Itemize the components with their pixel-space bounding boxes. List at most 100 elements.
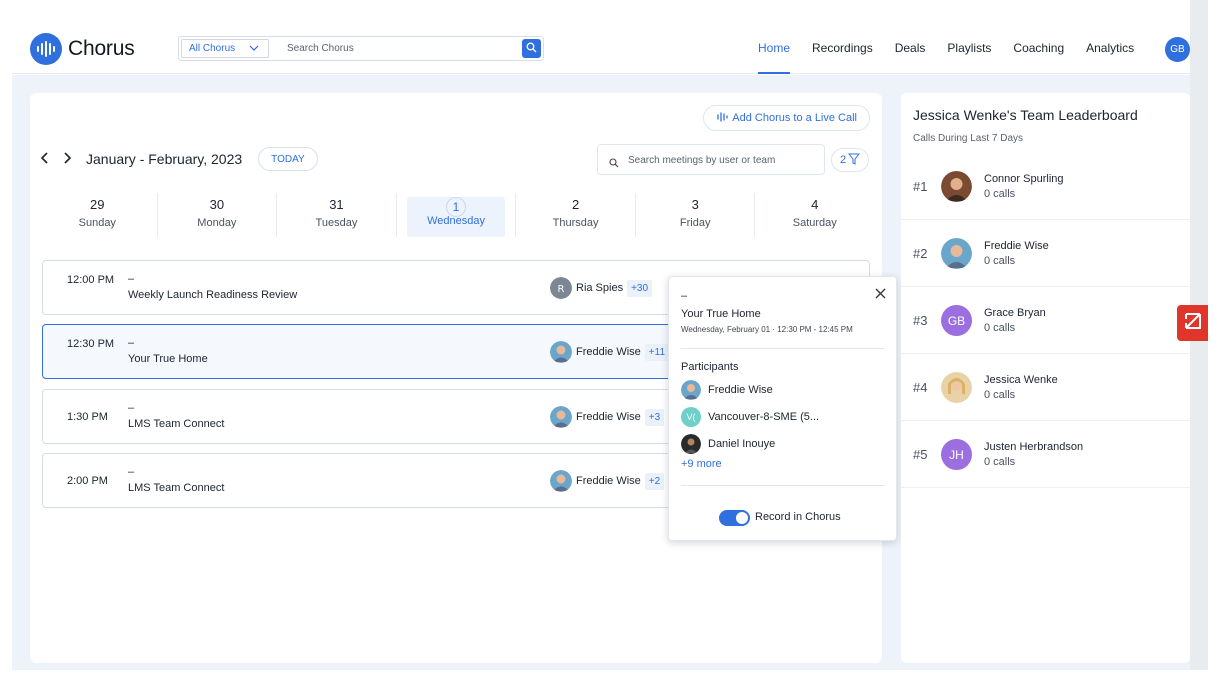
add-to-live-call-label: Add Chorus to a Live Call xyxy=(732,112,857,124)
meeting-search-input[interactable]: Search meetings by user or team xyxy=(597,144,825,175)
avatar: V( xyxy=(681,407,701,427)
search-scope-select[interactable]: All Chorus xyxy=(181,39,269,58)
chorus-logo[interactable]: Chorus xyxy=(30,33,135,65)
global-search: All Chorus Search Chorus xyxy=(178,36,544,61)
meeting-time: 12:00 PM xyxy=(67,274,115,286)
chevron-down-icon xyxy=(249,43,259,56)
day-friday[interactable]: 3 Friday xyxy=(636,193,756,237)
participant-count-badge[interactable]: +2 xyxy=(644,472,665,490)
leaderboard-name: Freddie Wise xyxy=(984,240,1049,252)
meeting-time: 2:00 PM xyxy=(67,475,108,487)
zoominfo-side-badge[interactable] xyxy=(1177,305,1208,341)
search-input[interactable]: Search Chorus xyxy=(287,43,354,54)
meeting-owner-name: Freddie Wise xyxy=(576,411,641,423)
leaderboard-row[interactable]: #3 GB Grace Bryan 0 calls xyxy=(901,287,1190,354)
waveform-logo-icon xyxy=(30,33,62,65)
leaderboard-calls: 0 calls xyxy=(984,389,1016,401)
leaderboard-row[interactable]: #4 Jessica Wenke 0 calls xyxy=(901,354,1190,421)
avatar xyxy=(941,171,972,202)
nav-coaching[interactable]: Coaching xyxy=(1013,22,1064,74)
day-monday[interactable]: 30 Monday xyxy=(158,193,278,237)
day-number: 31 xyxy=(329,197,344,212)
filter-icon xyxy=(848,153,861,168)
day-tuesday[interactable]: 31 Tuesday xyxy=(277,193,397,237)
participant-name: Vancouver-8-SME (5... xyxy=(708,411,820,423)
nav-home[interactable]: Home xyxy=(758,22,791,74)
rank: #1 xyxy=(913,179,928,194)
day-number: 1 xyxy=(446,197,467,217)
week-days: 29 Sunday 30 Monday 31 Tuesday 1 Wednesd… xyxy=(38,193,874,237)
nav-playlists[interactable]: Playlists xyxy=(947,22,991,74)
divider xyxy=(681,485,884,486)
leaderboard-calls: 0 calls xyxy=(984,322,1016,334)
participant-item: Freddie Wise xyxy=(681,380,773,400)
meeting-dash: – xyxy=(128,466,135,478)
participant-count-badge[interactable]: +11 xyxy=(644,343,670,361)
avatar xyxy=(550,341,572,363)
day-name: Wednesday xyxy=(427,215,485,227)
svg-text:R: R xyxy=(558,284,565,295)
participant-count-badge[interactable]: +30 xyxy=(627,279,653,297)
day-number: 30 xyxy=(209,197,225,212)
filter-button[interactable]: 2 xyxy=(831,148,869,172)
search-scope-label: All Chorus xyxy=(189,43,236,54)
leaderboard-row[interactable]: #1 Connor Spurling 0 calls xyxy=(901,153,1190,220)
nav-recordings[interactable]: Recordings xyxy=(812,22,873,74)
meeting-title: LMS Team Connect xyxy=(128,418,225,430)
avatar xyxy=(550,470,572,492)
close-icon[interactable] xyxy=(875,286,886,304)
avatar xyxy=(941,372,972,403)
previous-week-icon[interactable] xyxy=(40,151,62,167)
meeting-details-popover: – Your True Home Wednesday, February 01 … xyxy=(668,276,897,541)
participant-item: V( Vancouver-8-SME (5... xyxy=(681,407,819,427)
leaderboard-row[interactable]: #2 Freddie Wise 0 calls xyxy=(901,220,1190,287)
day-name: Sunday xyxy=(78,217,116,229)
nav-deals[interactable]: Deals xyxy=(895,22,926,74)
leaderboard-name: Jessica Wenke xyxy=(984,374,1058,386)
day-wednesday[interactable]: 1 Wednesday xyxy=(397,193,517,237)
avatar xyxy=(681,380,701,400)
record-toggle-label: Record in Chorus xyxy=(755,511,841,523)
next-week-icon[interactable] xyxy=(62,151,84,167)
search-button[interactable] xyxy=(522,39,541,58)
meeting-owner-name: Ria Spies xyxy=(576,282,624,294)
leaderboard-row[interactable]: #5 JH Justen Herbrandson 0 calls xyxy=(901,421,1190,488)
leaderboard-calls: 0 calls xyxy=(984,255,1016,267)
day-thursday[interactable]: 2 Thursday xyxy=(516,193,636,237)
popover-meeting-title: Your True Home xyxy=(681,308,761,320)
day-number: 4 xyxy=(811,197,819,212)
divider xyxy=(681,348,884,349)
popover-dash: – xyxy=(681,290,688,302)
waveform-icon xyxy=(716,111,728,125)
add-to-live-call-button[interactable]: Add Chorus to a Live Call xyxy=(703,105,870,131)
today-button[interactable]: TODAY xyxy=(258,147,318,171)
meeting-owner: R Ria Spies +30 xyxy=(550,277,653,299)
top-bar: Chorus All Chorus Search Chorus Home Rec… xyxy=(12,22,1208,74)
nav-analytics[interactable]: Analytics xyxy=(1086,22,1134,74)
day-sunday[interactable]: 29 Sunday xyxy=(38,193,158,237)
main-nav: Home Recordings Deals Playlists Coaching… xyxy=(758,22,1156,74)
day-number: 2 xyxy=(571,197,580,212)
avatar xyxy=(550,406,572,428)
meeting-title: LMS Team Connect xyxy=(128,482,225,494)
team-leaderboard: Jessica Wenke's Team Leaderboard Calls D… xyxy=(901,93,1190,663)
participant-item: Daniel Inouye xyxy=(681,434,775,454)
day-saturday[interactable]: 4 Saturday xyxy=(755,193,874,237)
user-avatar[interactable]: GB xyxy=(1165,37,1190,62)
participant-count-badge[interactable]: +3 xyxy=(644,408,665,426)
meeting-owner-name: Freddie Wise xyxy=(576,475,641,487)
leaderboard-name: Connor Spurling xyxy=(984,173,1064,185)
record-toggle[interactable] xyxy=(719,510,750,526)
avatar: GB xyxy=(941,305,972,336)
avatar: R xyxy=(550,277,572,299)
participant-name: Daniel Inouye xyxy=(708,438,776,450)
leaderboard-subtitle: Calls During Last 7 Days xyxy=(913,133,1024,144)
more-participants-link[interactable]: +9 more xyxy=(681,458,722,470)
rank: #5 xyxy=(913,447,928,462)
day-number: 29 xyxy=(90,197,105,212)
participant-name: Freddie Wise xyxy=(708,384,773,396)
day-name: Tuesday xyxy=(315,217,358,229)
avatar: JH xyxy=(941,439,972,470)
day-number: 3 xyxy=(691,197,699,212)
avatar xyxy=(941,238,972,269)
